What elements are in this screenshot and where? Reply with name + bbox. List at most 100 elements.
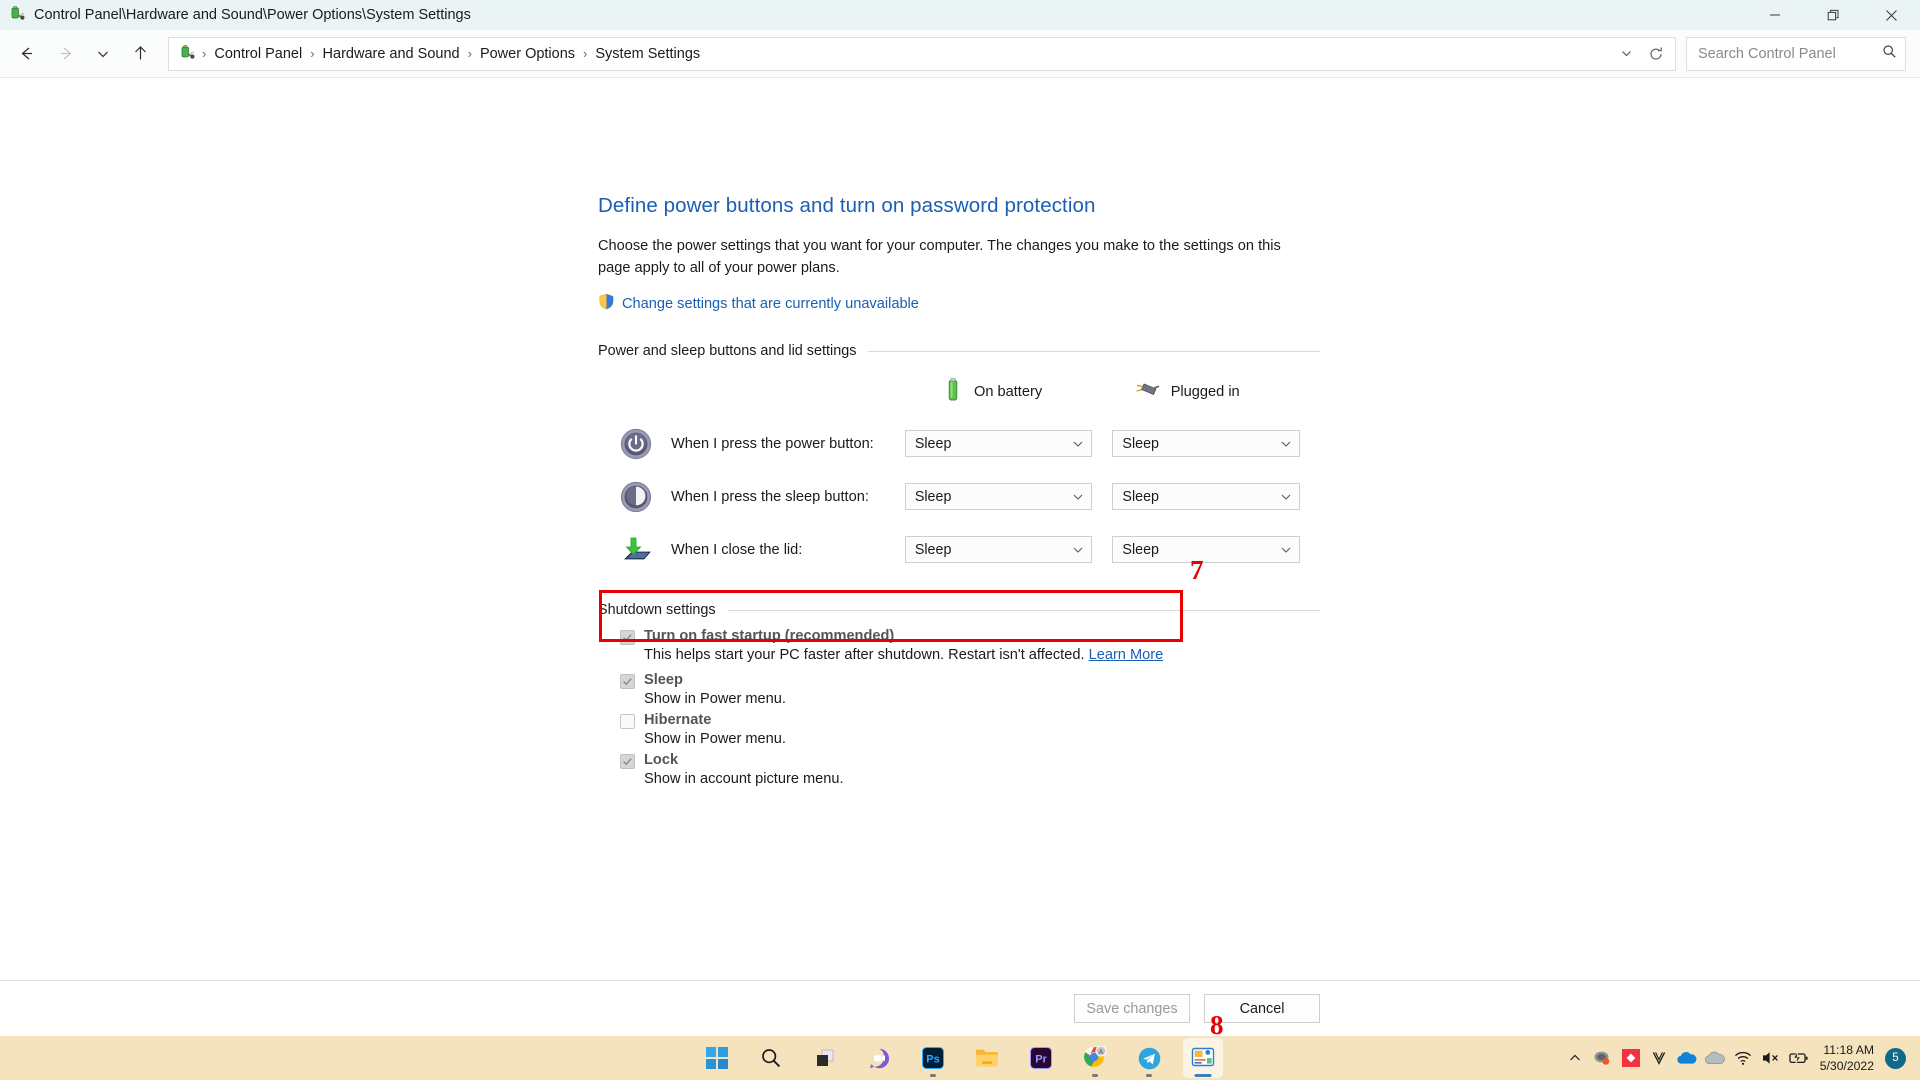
fast-startup-label: Turn on fast startup (recommended) xyxy=(644,628,895,645)
page-title: Define power buttons and turn on passwor… xyxy=(598,194,1096,217)
search-box[interactable] xyxy=(1686,36,1906,71)
address-bar[interactable]: › Control Panel › Hardware and Sound › P… xyxy=(168,36,1676,71)
shield-icon xyxy=(598,293,615,315)
back-button[interactable] xyxy=(6,37,46,71)
sleep-button-icon xyxy=(616,481,657,513)
power-plug-battery-icon xyxy=(9,4,26,26)
setting-label-sleep-button: When I press the sleep button: xyxy=(670,488,869,505)
learn-more-link[interactable]: Learn More xyxy=(1089,647,1164,663)
premiere-app[interactable]: Pr xyxy=(1021,1038,1061,1078)
settings-page: Define power buttons and turn on passwor… xyxy=(598,194,1320,792)
file-explorer-app[interactable] xyxy=(967,1038,1007,1078)
notification-badge[interactable]: 5 xyxy=(1885,1047,1906,1069)
close-lid-on-battery-value: Sleep xyxy=(914,541,952,558)
power-button-on-battery-select[interactable]: Sleep xyxy=(904,430,1093,458)
lock-checkbox-row[interactable]: Lock xyxy=(620,752,1320,770)
change-settings-link[interactable]: Change settings that are currently unava… xyxy=(622,296,919,312)
hibernate-option-row[interactable]: Hibernate Show in Power menu. xyxy=(620,712,1320,747)
setting-row-power-button: When I press the power button: Sleep Sle… xyxy=(598,417,1320,470)
v-app-tray-icon[interactable] xyxy=(1646,1043,1672,1073)
laptop-lid-icon xyxy=(616,535,657,565)
svg-text:Ps: Ps xyxy=(926,1053,939,1065)
refresh-icon[interactable] xyxy=(1641,39,1671,69)
breadcrumb-separator: › xyxy=(310,46,315,61)
breadcrumb-item-power-options[interactable]: Power Options xyxy=(474,44,581,64)
chevron-down-icon xyxy=(1072,491,1084,503)
chevron-down-icon xyxy=(1072,438,1084,450)
search-input[interactable] xyxy=(1698,45,1882,62)
hibernate-checkbox[interactable] xyxy=(620,714,635,730)
close-button[interactable] xyxy=(1862,0,1920,30)
taskbar: Ps Pr A 11:18 AM 5/30/2022 5 xyxy=(0,1036,1920,1080)
power-button-icon xyxy=(616,428,657,460)
shutdown-settings-list: Turn on fast startup (recommended) This … xyxy=(598,628,1320,787)
fast-startup-checkbox[interactable] xyxy=(620,630,635,646)
control-panel-app[interactable] xyxy=(1183,1038,1223,1078)
red-app-tray-icon[interactable] xyxy=(1618,1043,1644,1073)
save-changes-button[interactable]: Save changes xyxy=(1074,994,1190,1023)
search-icon[interactable] xyxy=(1882,44,1897,64)
photoshop-app[interactable]: Ps xyxy=(913,1038,953,1078)
chat-button[interactable] xyxy=(859,1038,899,1078)
hibernate-option-description: Show in Power menu. xyxy=(644,731,786,748)
breadcrumb-item-control-panel[interactable]: Control Panel xyxy=(208,44,308,64)
sleep-checkbox[interactable] xyxy=(620,674,635,690)
setting-row-sleep-button: When I press the sleep button: Sleep Sle… xyxy=(598,470,1320,523)
system-tray: 11:18 AM 5/30/2022 5 xyxy=(1562,1036,1920,1080)
volume-muted-icon[interactable] xyxy=(1758,1043,1784,1073)
power-button-plugged-in-select[interactable]: Sleep xyxy=(1112,430,1300,458)
column-header-plugged-in: Plugged in xyxy=(1135,379,1320,405)
svg-text:Pr: Pr xyxy=(1035,1053,1047,1065)
search-button[interactable] xyxy=(751,1038,791,1078)
sleep-option-row[interactable]: Sleep Show in Power menu. xyxy=(620,672,1320,707)
battery-icon xyxy=(942,377,964,407)
lock-option-row[interactable]: Lock Show in account picture menu. xyxy=(620,752,1320,787)
shutdown-section-header: Shutdown settings xyxy=(598,602,1320,618)
breadcrumb-item-hardware-and-sound[interactable]: Hardware and Sound xyxy=(317,44,466,64)
power-button-on-battery-value: Sleep xyxy=(914,435,952,452)
hibernate-checkbox-row[interactable]: Hibernate xyxy=(620,712,1320,730)
chevron-down-icon[interactable] xyxy=(1611,39,1641,69)
breadcrumb-separator: › xyxy=(202,46,207,61)
start-button[interactable] xyxy=(697,1038,737,1078)
sleep-button-on-battery-select[interactable]: Sleep xyxy=(904,483,1093,511)
telegram-app[interactable] xyxy=(1129,1038,1169,1078)
annotation-number-7: 7 xyxy=(1190,555,1204,585)
battery-charging-icon[interactable] xyxy=(1786,1043,1812,1073)
chevron-down-icon xyxy=(1280,438,1292,450)
clock[interactable]: 11:18 AM 5/30/2022 xyxy=(1814,1042,1883,1075)
show-hidden-icons-button[interactable] xyxy=(1562,1043,1588,1073)
close-lid-plugged-in-select[interactable]: Sleep xyxy=(1112,536,1300,564)
chevron-down-icon xyxy=(1280,544,1292,556)
fast-startup-checkbox-row[interactable]: Turn on fast startup (recommended) xyxy=(620,628,1320,646)
change-settings-link-row[interactable]: Change settings that are currently unava… xyxy=(598,293,1320,315)
breadcrumb-item-system-settings[interactable]: System Settings xyxy=(589,44,706,64)
minimize-button[interactable] xyxy=(1746,0,1804,30)
sleep-button-plugged-in-select[interactable]: Sleep xyxy=(1112,483,1300,511)
navigation-toolbar: › Control Panel › Hardware and Sound › P… xyxy=(0,30,1920,78)
sleep-button-on-battery-value: Sleep xyxy=(914,488,952,505)
restore-button[interactable] xyxy=(1804,0,1862,30)
chrome-app[interactable]: A xyxy=(1075,1038,1115,1078)
fast-startup-row[interactable]: Turn on fast startup (recommended) This … xyxy=(620,628,1320,663)
lock-checkbox[interactable] xyxy=(620,754,635,770)
power-section-header: Power and sleep buttons and lid settings xyxy=(598,343,1320,359)
section-divider xyxy=(868,350,1320,352)
breadcrumb-separator: › xyxy=(467,46,472,61)
annotation-number-8: 8 xyxy=(1210,1010,1224,1040)
up-button[interactable] xyxy=(120,37,160,71)
page-description: Choose the power settings that you want … xyxy=(598,238,1281,277)
forward-button[interactable] xyxy=(46,37,86,71)
setting-row-close-lid: When I close the lid: Sleep Sleep xyxy=(598,523,1320,576)
onedrive-icon[interactable] xyxy=(1674,1043,1700,1073)
network-icon[interactable] xyxy=(1730,1043,1756,1073)
task-view-button[interactable] xyxy=(805,1038,845,1078)
app-tray-icon[interactable] xyxy=(1590,1043,1616,1073)
sleep-checkbox-row[interactable]: Sleep xyxy=(620,672,1320,690)
close-lid-on-battery-select[interactable]: Sleep xyxy=(904,536,1093,564)
cloud-sync-icon[interactable] xyxy=(1702,1043,1728,1073)
setting-label-power-button: When I press the power button: xyxy=(670,435,874,452)
sleep-option-description: Show in Power menu. xyxy=(644,691,786,708)
recent-locations-button[interactable] xyxy=(86,37,120,71)
action-bar: Save changes Cancel xyxy=(0,980,1920,1036)
